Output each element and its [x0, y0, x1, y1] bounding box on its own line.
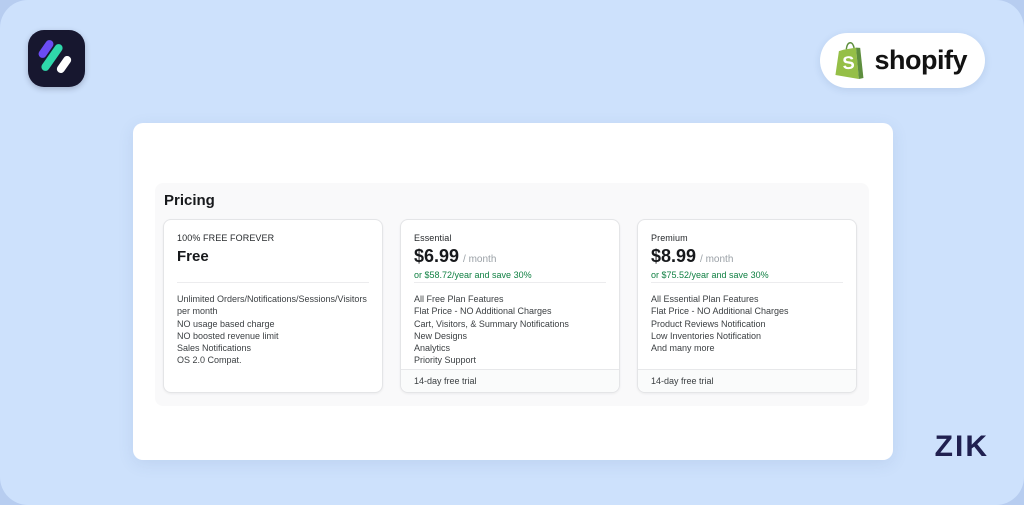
pricing-section: Pricing 100% FREE FOREVER Free Unlimited… — [155, 183, 869, 406]
feature-item: And many more — [651, 343, 715, 354]
svg-text:S: S — [842, 51, 856, 73]
feature-list: All Free Plan Features Flat Price - NO A… — [401, 283, 619, 367]
feature-item: All Free Plan Features — [414, 294, 504, 304]
feature-item: Sales Notifications — [177, 343, 252, 354]
plan-price: $8.99 — [651, 246, 697, 266]
feature-item: Cart, Visitors, & Summary Notifications — [414, 318, 569, 329]
feature-list: Unlimited Orders/Notifications/Sessions/… — [164, 283, 382, 367]
feature-item: New Designs — [414, 330, 468, 341]
feature-item: Analytics — [414, 343, 451, 354]
plan-period: / month — [700, 254, 734, 265]
plan-label: Premium — [651, 233, 688, 243]
pricing-title: Pricing — [164, 192, 215, 209]
shopify-badge[interactable]: S shopify — [820, 33, 985, 88]
plan-period: / month — [463, 254, 497, 265]
plan-label: Essential — [414, 233, 452, 243]
plan-card-free: 100% FREE FOREVER Free Unlimited Orders/… — [163, 219, 383, 393]
page-background: S shopify Pricing 100% FREE FOREVER Free… — [0, 0, 1024, 505]
yearly-offer: or $75.52/year and save 30% — [651, 270, 769, 280]
plan-header: Premium $8.99 / month or $75.52/year and… — [638, 220, 856, 282]
plan-header: Essential $6.99 / month or $58.72/year a… — [401, 220, 619, 282]
zik-watermark: ZIK — [934, 430, 989, 463]
trial-footer: 14-day free trial — [401, 369, 619, 392]
plan-name: Free — [177, 248, 209, 265]
feature-list: All Essential Plan Features Flat Price -… — [638, 283, 856, 354]
plan-list: 100% FREE FOREVER Free Unlimited Orders/… — [163, 219, 861, 393]
plan-label: 100% FREE FOREVER — [177, 233, 275, 243]
yearly-offer: or $58.72/year and save 30% — [414, 270, 532, 280]
feature-item: Flat Price - NO Additional Charges — [414, 306, 552, 317]
feature-item: Product Reviews Notification — [651, 318, 766, 329]
shopify-wordmark: shopify — [874, 45, 967, 75]
feature-item: Unlimited Orders/Notifications/Sessions/… — [177, 294, 367, 317]
feature-item: OS 2.0 Compat. — [177, 355, 242, 366]
feature-item: All Essential Plan Features — [651, 294, 759, 304]
price-row: $6.99 / month — [414, 246, 606, 267]
feature-item: Low Inventories Notification — [651, 330, 762, 341]
feature-item: Priority Support — [414, 355, 477, 366]
app-logo-stripe-white — [55, 54, 73, 75]
app-logo[interactable] — [28, 30, 85, 87]
plan-card-essential: Essential $6.99 / month or $58.72/year a… — [400, 219, 620, 393]
pricing-panel: Pricing 100% FREE FOREVER Free Unlimited… — [133, 123, 893, 460]
feature-item: Flat Price - NO Additional Charges — [651, 306, 789, 317]
feature-item: NO usage based charge — [177, 318, 275, 329]
trial-footer: 14-day free trial — [638, 369, 856, 392]
plan-price: $6.99 — [414, 246, 460, 266]
price-row: $8.99 / month — [651, 246, 843, 267]
plan-card-premium: Premium $8.99 / month or $75.52/year and… — [637, 219, 857, 393]
plan-header: 100% FREE FOREVER Free — [164, 220, 382, 282]
feature-item: NO boosted revenue limit — [177, 330, 279, 341]
shopify-bag-icon: S — [834, 41, 866, 80]
